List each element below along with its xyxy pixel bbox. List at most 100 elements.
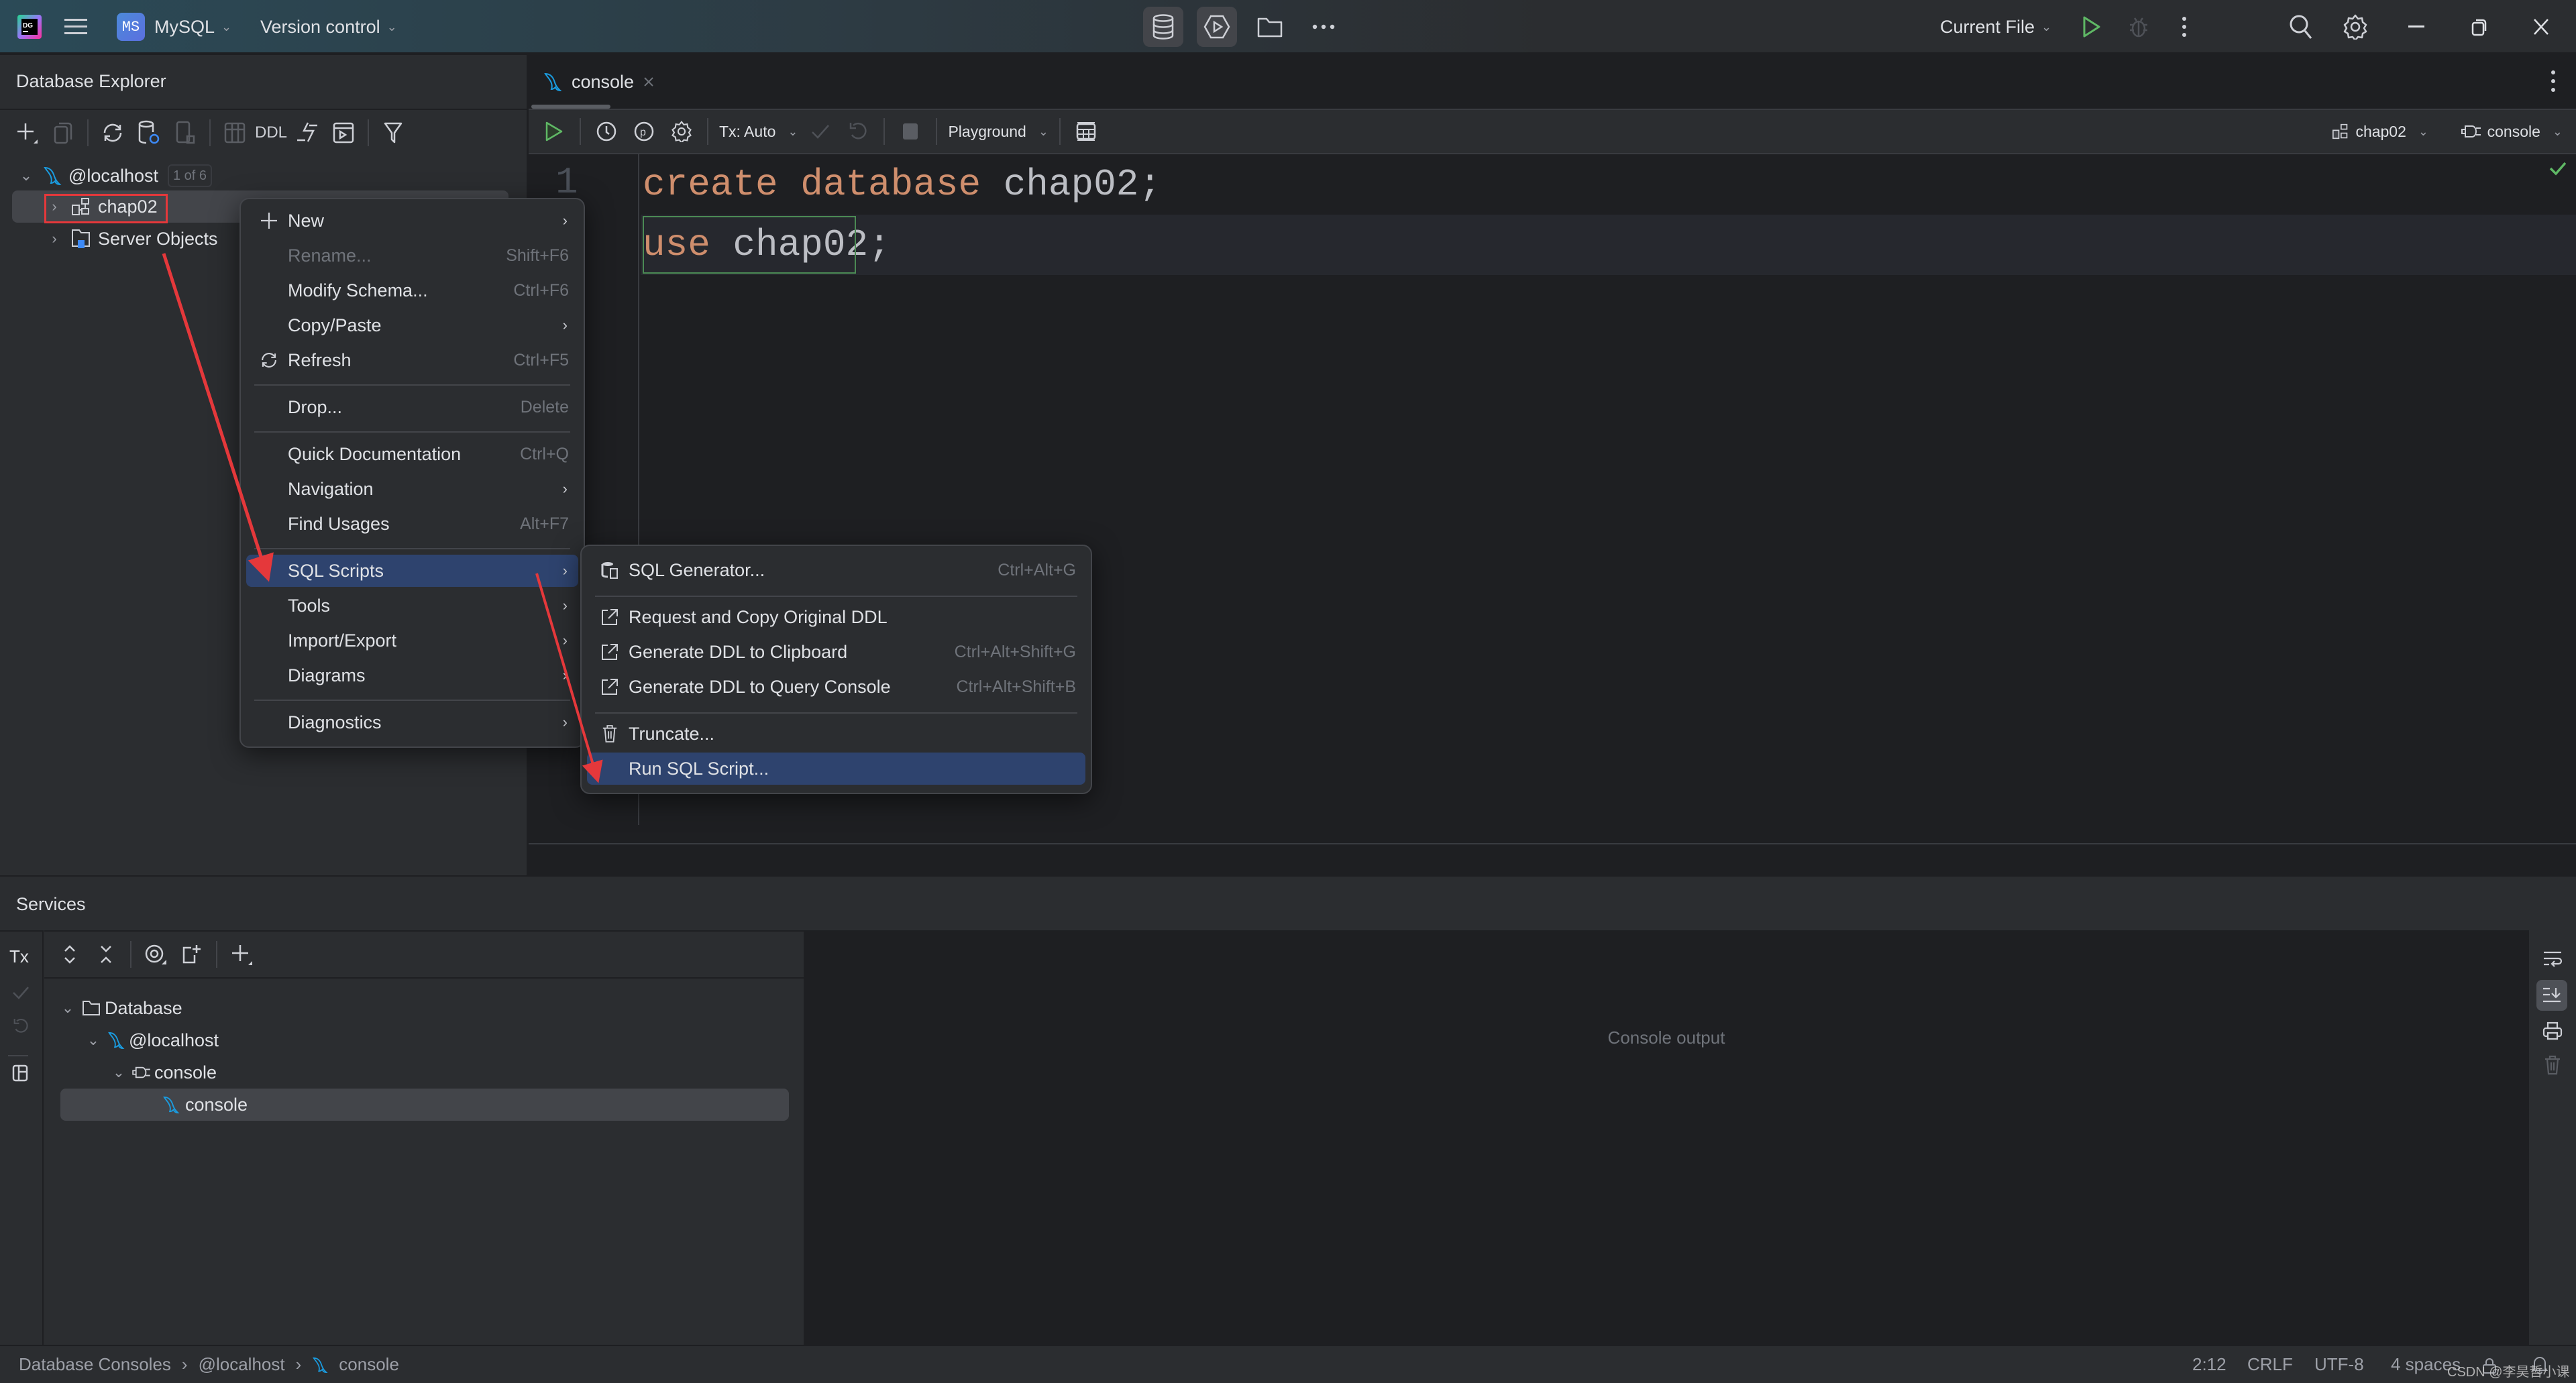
minimize-window-button[interactable] (2408, 0, 2424, 54)
commit-check-icon[interactable] (806, 117, 835, 146)
run-icon[interactable] (2082, 0, 2101, 54)
debug-icon[interactable] (2128, 0, 2149, 54)
stop-icon[interactable] (896, 117, 925, 146)
run-config-selector[interactable]: Current File ⌄ (1940, 0, 2051, 54)
menu-item-drop[interactable]: Drop... Delete (246, 391, 578, 423)
explain-plan-icon[interactable]: p (629, 117, 659, 146)
settings-gear-icon[interactable] (2343, 0, 2368, 54)
menu-item-refresh[interactable]: Refresh Ctrl+F5 (246, 344, 578, 376)
service-node-localhost[interactable]: ⌄ @localhost (83, 1024, 219, 1056)
disconnect-icon[interactable] (170, 118, 200, 148)
submenu-item-generate-ddl-console[interactable]: Generate DDL to Query Console Ctrl+Alt+S… (587, 671, 1085, 703)
new-tab-icon[interactable] (177, 940, 207, 969)
settings-gear-icon[interactable] (667, 117, 696, 146)
breadcrumb-item[interactable]: console (339, 1354, 399, 1375)
scroll-to-end-button[interactable] (2536, 980, 2567, 1011)
layout-icon[interactable] (12, 1064, 28, 1082)
service-node-console[interactable]: console (162, 1089, 248, 1121)
chevron-down-icon[interactable]: ⌄ (109, 1064, 129, 1081)
menu-item-navigation[interactable]: Navigation › (246, 473, 578, 505)
external-link-icon (598, 678, 622, 696)
menu-item-copy-paste[interactable]: Copy/Paste › (246, 309, 578, 341)
jump-to-console-icon[interactable] (329, 118, 358, 148)
breadcrumb-item[interactable]: @localhost (199, 1354, 285, 1375)
add-service-icon[interactable] (227, 940, 256, 969)
rollback-icon[interactable] (843, 117, 873, 146)
playground-dropdown[interactable]: Playground ⌄ (948, 123, 1048, 141)
rollback-icon[interactable] (13, 1017, 28, 1035)
menu-item-rename[interactable]: Rename... Shift+F6 (246, 239, 578, 272)
refresh-icon[interactable] (98, 118, 127, 148)
vcs-selector[interactable]: Version control ⌄ (260, 0, 397, 54)
submenu-item-generate-ddl-clipboard[interactable]: Generate DDL to Clipboard Ctrl+Alt+Shift… (587, 636, 1085, 668)
console-output-placeholder: Console output (1607, 1027, 1725, 1048)
toolbar-separator (580, 118, 581, 145)
tree-node-server-objects[interactable]: › Server Objects (44, 223, 217, 255)
data-source-properties-icon[interactable] (134, 118, 164, 148)
caret-position[interactable]: 2:12 (2192, 1354, 2226, 1375)
menu-item-tools[interactable]: Tools › (246, 590, 578, 622)
app-logo-icon[interactable]: DG (16, 0, 43, 54)
chevron-down-icon[interactable]: ⌄ (58, 999, 78, 1017)
menu-item-import-export[interactable]: Import/Export › (246, 624, 578, 657)
submenu-item-request-copy-ddl[interactable]: Request and Copy Original DDL (587, 601, 1085, 633)
chevron-down-icon[interactable]: ⌄ (16, 167, 36, 184)
console-output-pane[interactable]: Console output (804, 930, 2529, 1346)
duplicate-icon[interactable] (48, 118, 78, 148)
chevron-right-icon: › (562, 714, 568, 730)
ddl-button[interactable]: DDL (255, 118, 287, 148)
folder-icon[interactable] (1257, 0, 1283, 54)
code-line[interactable]: create database chap02; (643, 154, 1161, 215)
database-tool-button[interactable] (1143, 7, 1183, 47)
menu-item-modify-schema[interactable]: Modify Schema... Ctrl+F6 (246, 274, 578, 307)
more-vertical-icon[interactable] (2182, 0, 2187, 54)
breadcrumb-item[interactable]: Database Consoles (19, 1354, 171, 1375)
menu-item-sql-scripts[interactable]: SQL Scripts › (246, 555, 578, 587)
chevron-right-icon: › (562, 597, 568, 614)
hamburger-menu-icon[interactable] (64, 0, 87, 54)
more-vertical-icon[interactable] (2551, 70, 2556, 93)
menu-item-quick-documentation[interactable]: Quick Documentation Ctrl+Q (246, 438, 578, 470)
session-selector[interactable]: console ⌄ (2461, 123, 2563, 141)
tree-node-localhost[interactable]: ⌄ @localhost 1 of 6 (16, 160, 213, 192)
menu-item-diagrams[interactable]: Diagrams › (246, 659, 578, 692)
soft-wrap-icon[interactable] (2542, 950, 2563, 968)
clear-trash-icon[interactable] (2544, 1055, 2561, 1075)
menu-item-diagnostics[interactable]: Diagnostics › (246, 706, 578, 738)
transaction-mode-dropdown[interactable]: Tx: Auto ⌄ (719, 123, 798, 141)
schema-selector[interactable]: chap02 ⌄ (2331, 123, 2428, 141)
close-window-button[interactable] (2533, 0, 2549, 54)
chevron-right-icon[interactable]: › (44, 230, 64, 247)
tab-console[interactable]: console (534, 55, 663, 109)
submenu-item-sql-generator[interactable]: SQL Generator... Ctrl+Alt+G (587, 554, 1085, 586)
history-icon[interactable] (592, 117, 621, 146)
print-icon[interactable] (2542, 1021, 2563, 1040)
line-separator[interactable]: CRLF (2247, 1354, 2293, 1375)
compare-icon[interactable] (292, 118, 322, 148)
collapse-all-icon[interactable] (91, 940, 121, 969)
tx-button[interactable]: Tx (9, 946, 29, 967)
submenu-item-run-sql-script[interactable]: Run SQL Script... (587, 753, 1085, 785)
file-encoding[interactable]: UTF-8 (2314, 1354, 2364, 1375)
filter-icon[interactable] (378, 118, 408, 148)
table-icon[interactable] (220, 118, 250, 148)
submenu-item-truncate[interactable]: Truncate... (587, 718, 1085, 750)
execute-icon[interactable] (539, 117, 569, 146)
chevron-down-icon[interactable]: ⌄ (83, 1032, 103, 1049)
add-icon[interactable] (12, 118, 42, 148)
commit-check-icon[interactable] (12, 985, 30, 1000)
view-options-icon[interactable] (141, 940, 170, 969)
service-node-database[interactable]: ⌄ Database (58, 992, 182, 1024)
project-selector[interactable]: MS MySQL ⌄ (117, 0, 231, 54)
close-tab-icon[interactable] (643, 76, 654, 87)
menu-item-find-usages[interactable]: Find Usages Alt+F7 (246, 508, 578, 540)
restore-window-button[interactable] (2471, 0, 2487, 54)
result-table-icon[interactable] (1071, 117, 1101, 146)
more-horizontal-icon[interactable] (1312, 0, 1335, 54)
expand-all-icon[interactable] (55, 940, 85, 969)
service-node-console-session[interactable]: ⌄ console (109, 1056, 217, 1089)
plus-icon (257, 212, 281, 229)
search-icon[interactable] (2289, 0, 2313, 54)
menu-item-new[interactable]: New › (246, 205, 578, 237)
services-tool-button[interactable] (1197, 7, 1237, 47)
